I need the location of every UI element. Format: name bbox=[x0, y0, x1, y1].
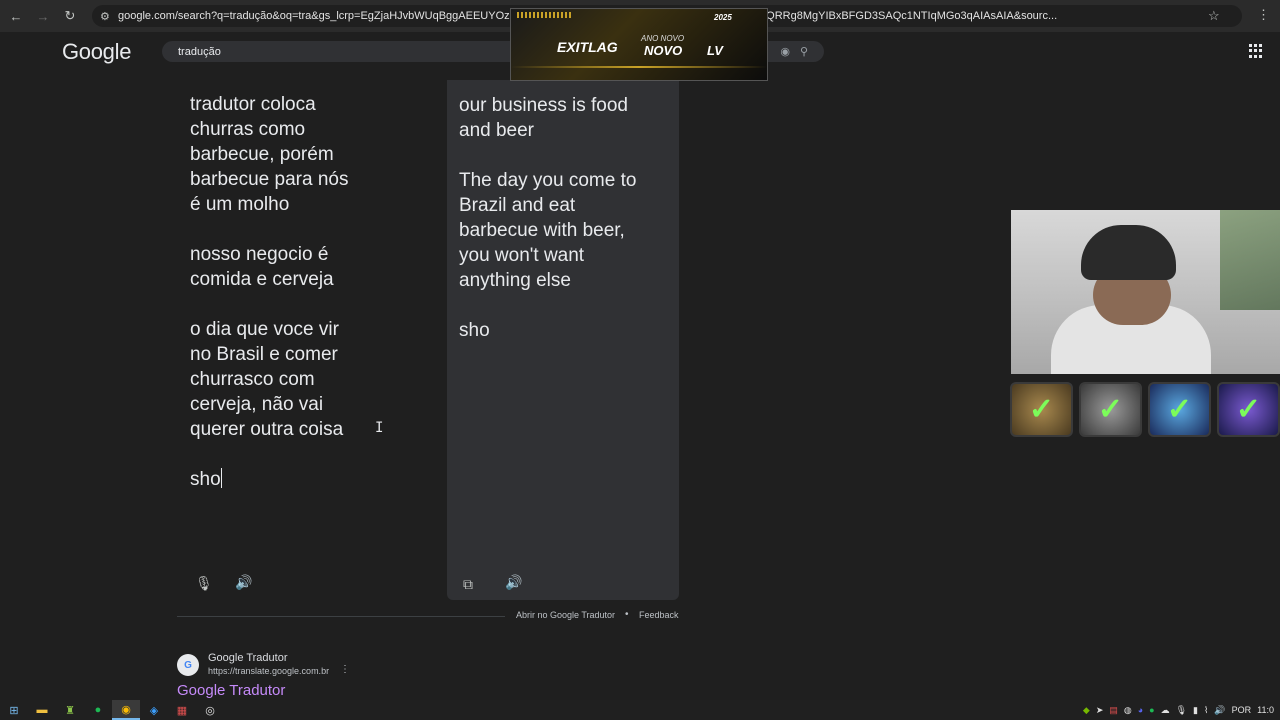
tray-discord-icon[interactable]: ◕ bbox=[1138, 705, 1143, 715]
achievement-badges: ✓ ✓ ✓ ✓ bbox=[1010, 382, 1280, 437]
tray-app-icon[interactable]: ▤ bbox=[1109, 705, 1118, 716]
result-menu-icon[interactable]: ⋮ bbox=[340, 664, 350, 675]
chrome-icon[interactable]: ◉ bbox=[112, 700, 140, 720]
check-badge-icon: ✓ bbox=[1148, 382, 1211, 437]
google-logo[interactable]: Google bbox=[62, 39, 131, 65]
ad-gold-line bbox=[511, 66, 767, 68]
source-speaker-icon[interactable]: 🔊 bbox=[235, 574, 252, 591]
google-translate-favicon: G bbox=[177, 654, 199, 676]
source-text[interactable]: tradutor coloca churras como barbecue, p… bbox=[190, 94, 348, 490]
tray-language[interactable]: POR bbox=[1232, 705, 1252, 715]
ad-novo: NOVO bbox=[644, 43, 683, 58]
open-in-translate-link[interactable]: Abrir no Google Tradutor bbox=[516, 610, 615, 620]
ad-lv: LV bbox=[707, 43, 723, 58]
tray-spotify-icon[interactable]: ● bbox=[1149, 705, 1154, 715]
result-site-url[interactable]: https://translate.google.com.br bbox=[208, 666, 329, 676]
lens-icon[interactable]: ◉ bbox=[780, 45, 790, 58]
ad-tagline: ANO NOVO bbox=[641, 34, 685, 43]
tray-cloud-icon[interactable]: ☁ bbox=[1161, 705, 1170, 716]
app-icon[interactable]: ♜ bbox=[56, 700, 84, 720]
feedback-link[interactable]: Feedback bbox=[639, 610, 679, 620]
windows-start-icon[interactable]: ⊞ bbox=[0, 700, 28, 720]
tray-clock[interactable]: 11:0 bbox=[1257, 705, 1274, 715]
copy-icon[interactable]: ⧉ bbox=[463, 576, 473, 593]
microphone-icon[interactable]: 🎙 bbox=[195, 575, 213, 592]
translation-text: our business is food and beer The day yo… bbox=[459, 95, 637, 341]
check-badge-icon: ✓ bbox=[1079, 382, 1142, 437]
result-title-link[interactable]: Google Tradutor bbox=[177, 682, 285, 699]
reload-icon[interactable]: ↻ bbox=[59, 5, 81, 27]
text-caret bbox=[220, 468, 222, 488]
google-apps-icon[interactable] bbox=[1249, 44, 1263, 58]
ibeam-cursor-icon: I bbox=[375, 420, 384, 436]
calendar-icon[interactable]: ▦ bbox=[168, 700, 196, 720]
tray-arrow-icon[interactable]: ➤ bbox=[1096, 705, 1104, 716]
tray-steam-icon[interactable]: ◍ bbox=[1124, 705, 1132, 716]
webcam-background bbox=[1220, 210, 1280, 310]
editor-icon[interactable]: ◈ bbox=[140, 700, 168, 720]
translation-panel: our business is food and beer The day yo… bbox=[447, 80, 679, 600]
search-icon[interactable]: ⚲ bbox=[800, 45, 808, 58]
check-badge-icon: ✓ bbox=[1217, 382, 1280, 437]
windows-taskbar: ⊞ ▬ ♜ ● ◉ ◈ ▦ ◎ ◆ ➤ ▤ ◍ ◕ ● ☁ 🎙 ▮ ⌇ 🔊 PO… bbox=[0, 700, 1280, 720]
ad-year: 2025 bbox=[714, 13, 732, 22]
result-site-name[interactable]: Google Tradutor bbox=[208, 652, 288, 664]
footer-separator: • bbox=[625, 609, 629, 620]
tray-network-icon[interactable]: ⌇ bbox=[1204, 705, 1208, 716]
translation-speaker-icon[interactable]: 🔊 bbox=[505, 574, 522, 591]
source-text-panel[interactable]: tradutor coloca churras como barbecue, p… bbox=[177, 80, 445, 600]
obs-icon[interactable]: ◎ bbox=[196, 700, 224, 720]
file-explorer-icon[interactable]: ▬ bbox=[28, 700, 56, 720]
site-info-icon[interactable]: ⚙ bbox=[100, 10, 118, 23]
bookmark-star-icon[interactable]: ☆ bbox=[1208, 8, 1220, 24]
spotify-icon[interactable]: ● bbox=[84, 700, 112, 720]
source-textarea[interactable]: tradutor coloca churras como barbecue, p… bbox=[190, 92, 390, 492]
tray-mic-icon[interactable]: 🎙 bbox=[1176, 705, 1187, 716]
back-icon[interactable]: ← bbox=[5, 5, 27, 27]
webcam-person-headset bbox=[1081, 225, 1176, 280]
tray-battery-icon[interactable]: ▮ bbox=[1193, 705, 1198, 716]
ad-stripe bbox=[517, 12, 571, 18]
check-badge-icon: ✓ bbox=[1010, 382, 1073, 437]
tray-volume-icon[interactable]: 🔊 bbox=[1214, 705, 1225, 716]
exitlag-ad-banner: 2025 EXITLAG ANO NOVO NOVO LV bbox=[510, 8, 768, 81]
system-tray: ◆ ➤ ▤ ◍ ◕ ● ☁ 🎙 ▮ ⌇ 🔊 POR 11:0 bbox=[1083, 700, 1280, 720]
ad-brand: EXITLAG bbox=[557, 39, 618, 55]
forward-icon[interactable]: → bbox=[32, 5, 54, 27]
webcam-overlay bbox=[1011, 210, 1280, 374]
divider bbox=[177, 616, 505, 617]
tray-nvidia-icon[interactable]: ◆ bbox=[1083, 705, 1090, 716]
browser-menu-icon[interactable]: ⋮ bbox=[1257, 7, 1270, 23]
